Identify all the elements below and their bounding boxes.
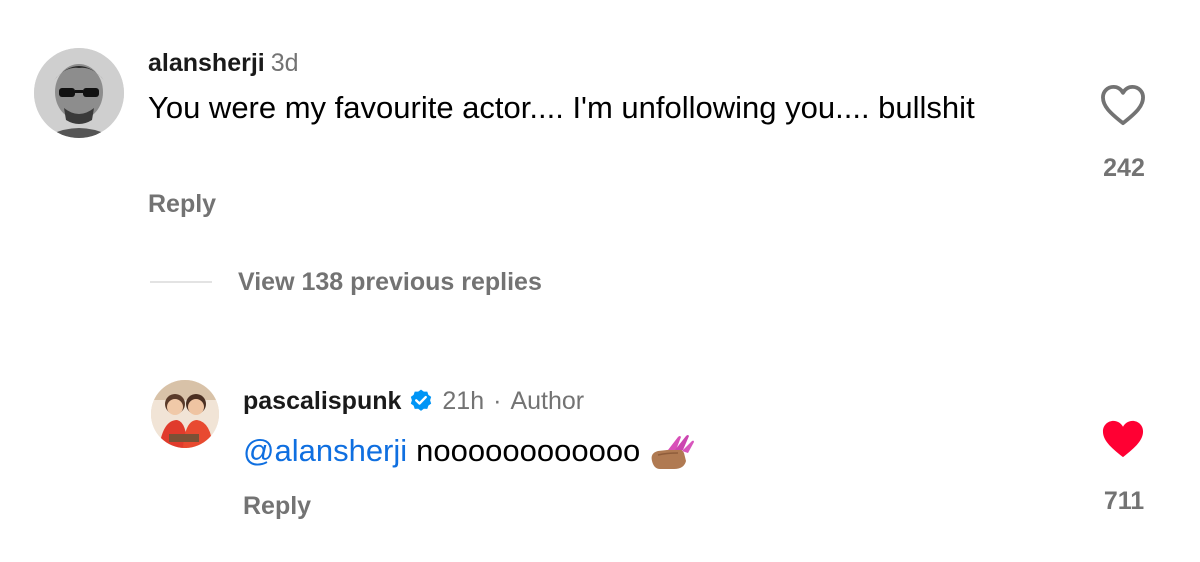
avatar-photo bbox=[151, 380, 219, 448]
timestamp: 3d bbox=[270, 49, 299, 77]
reply-button[interactable]: Reply bbox=[243, 490, 311, 522]
avatar[interactable] bbox=[34, 48, 124, 138]
like-count: 242 bbox=[1103, 154, 1145, 182]
comment-header: pascalispunk 21h · Author bbox=[243, 385, 584, 417]
username[interactable]: alansherji bbox=[148, 49, 265, 77]
replies-divider bbox=[150, 281, 212, 283]
separator-dot: · bbox=[493, 387, 502, 415]
comment-header: alansherji 3d bbox=[148, 48, 299, 78]
avatar[interactable] bbox=[151, 380, 219, 448]
author-badge: Author bbox=[510, 387, 585, 415]
nail-polish-emoji-icon bbox=[651, 435, 695, 469]
reply-button[interactable]: Reply bbox=[148, 188, 216, 220]
comment-text: @alansherji noooooooooooo bbox=[243, 431, 696, 471]
username[interactable]: pascalispunk bbox=[243, 385, 401, 417]
timestamp: 21h bbox=[442, 387, 485, 415]
verified-badge-icon bbox=[411, 389, 432, 411]
avatar-photo bbox=[34, 48, 124, 138]
like-count: 711 bbox=[1103, 487, 1145, 515]
mention-link[interactable]: @alansherji bbox=[243, 431, 407, 471]
comment-text: You were my favourite actor.... I'm unfo… bbox=[148, 90, 975, 125]
view-previous-replies-button[interactable]: View 138 previous replies bbox=[238, 266, 542, 298]
heart-outline-icon[interactable] bbox=[1100, 84, 1146, 126]
comment-body: noooooooooooo bbox=[416, 433, 641, 468]
heart-filled-icon[interactable] bbox=[1100, 418, 1146, 460]
